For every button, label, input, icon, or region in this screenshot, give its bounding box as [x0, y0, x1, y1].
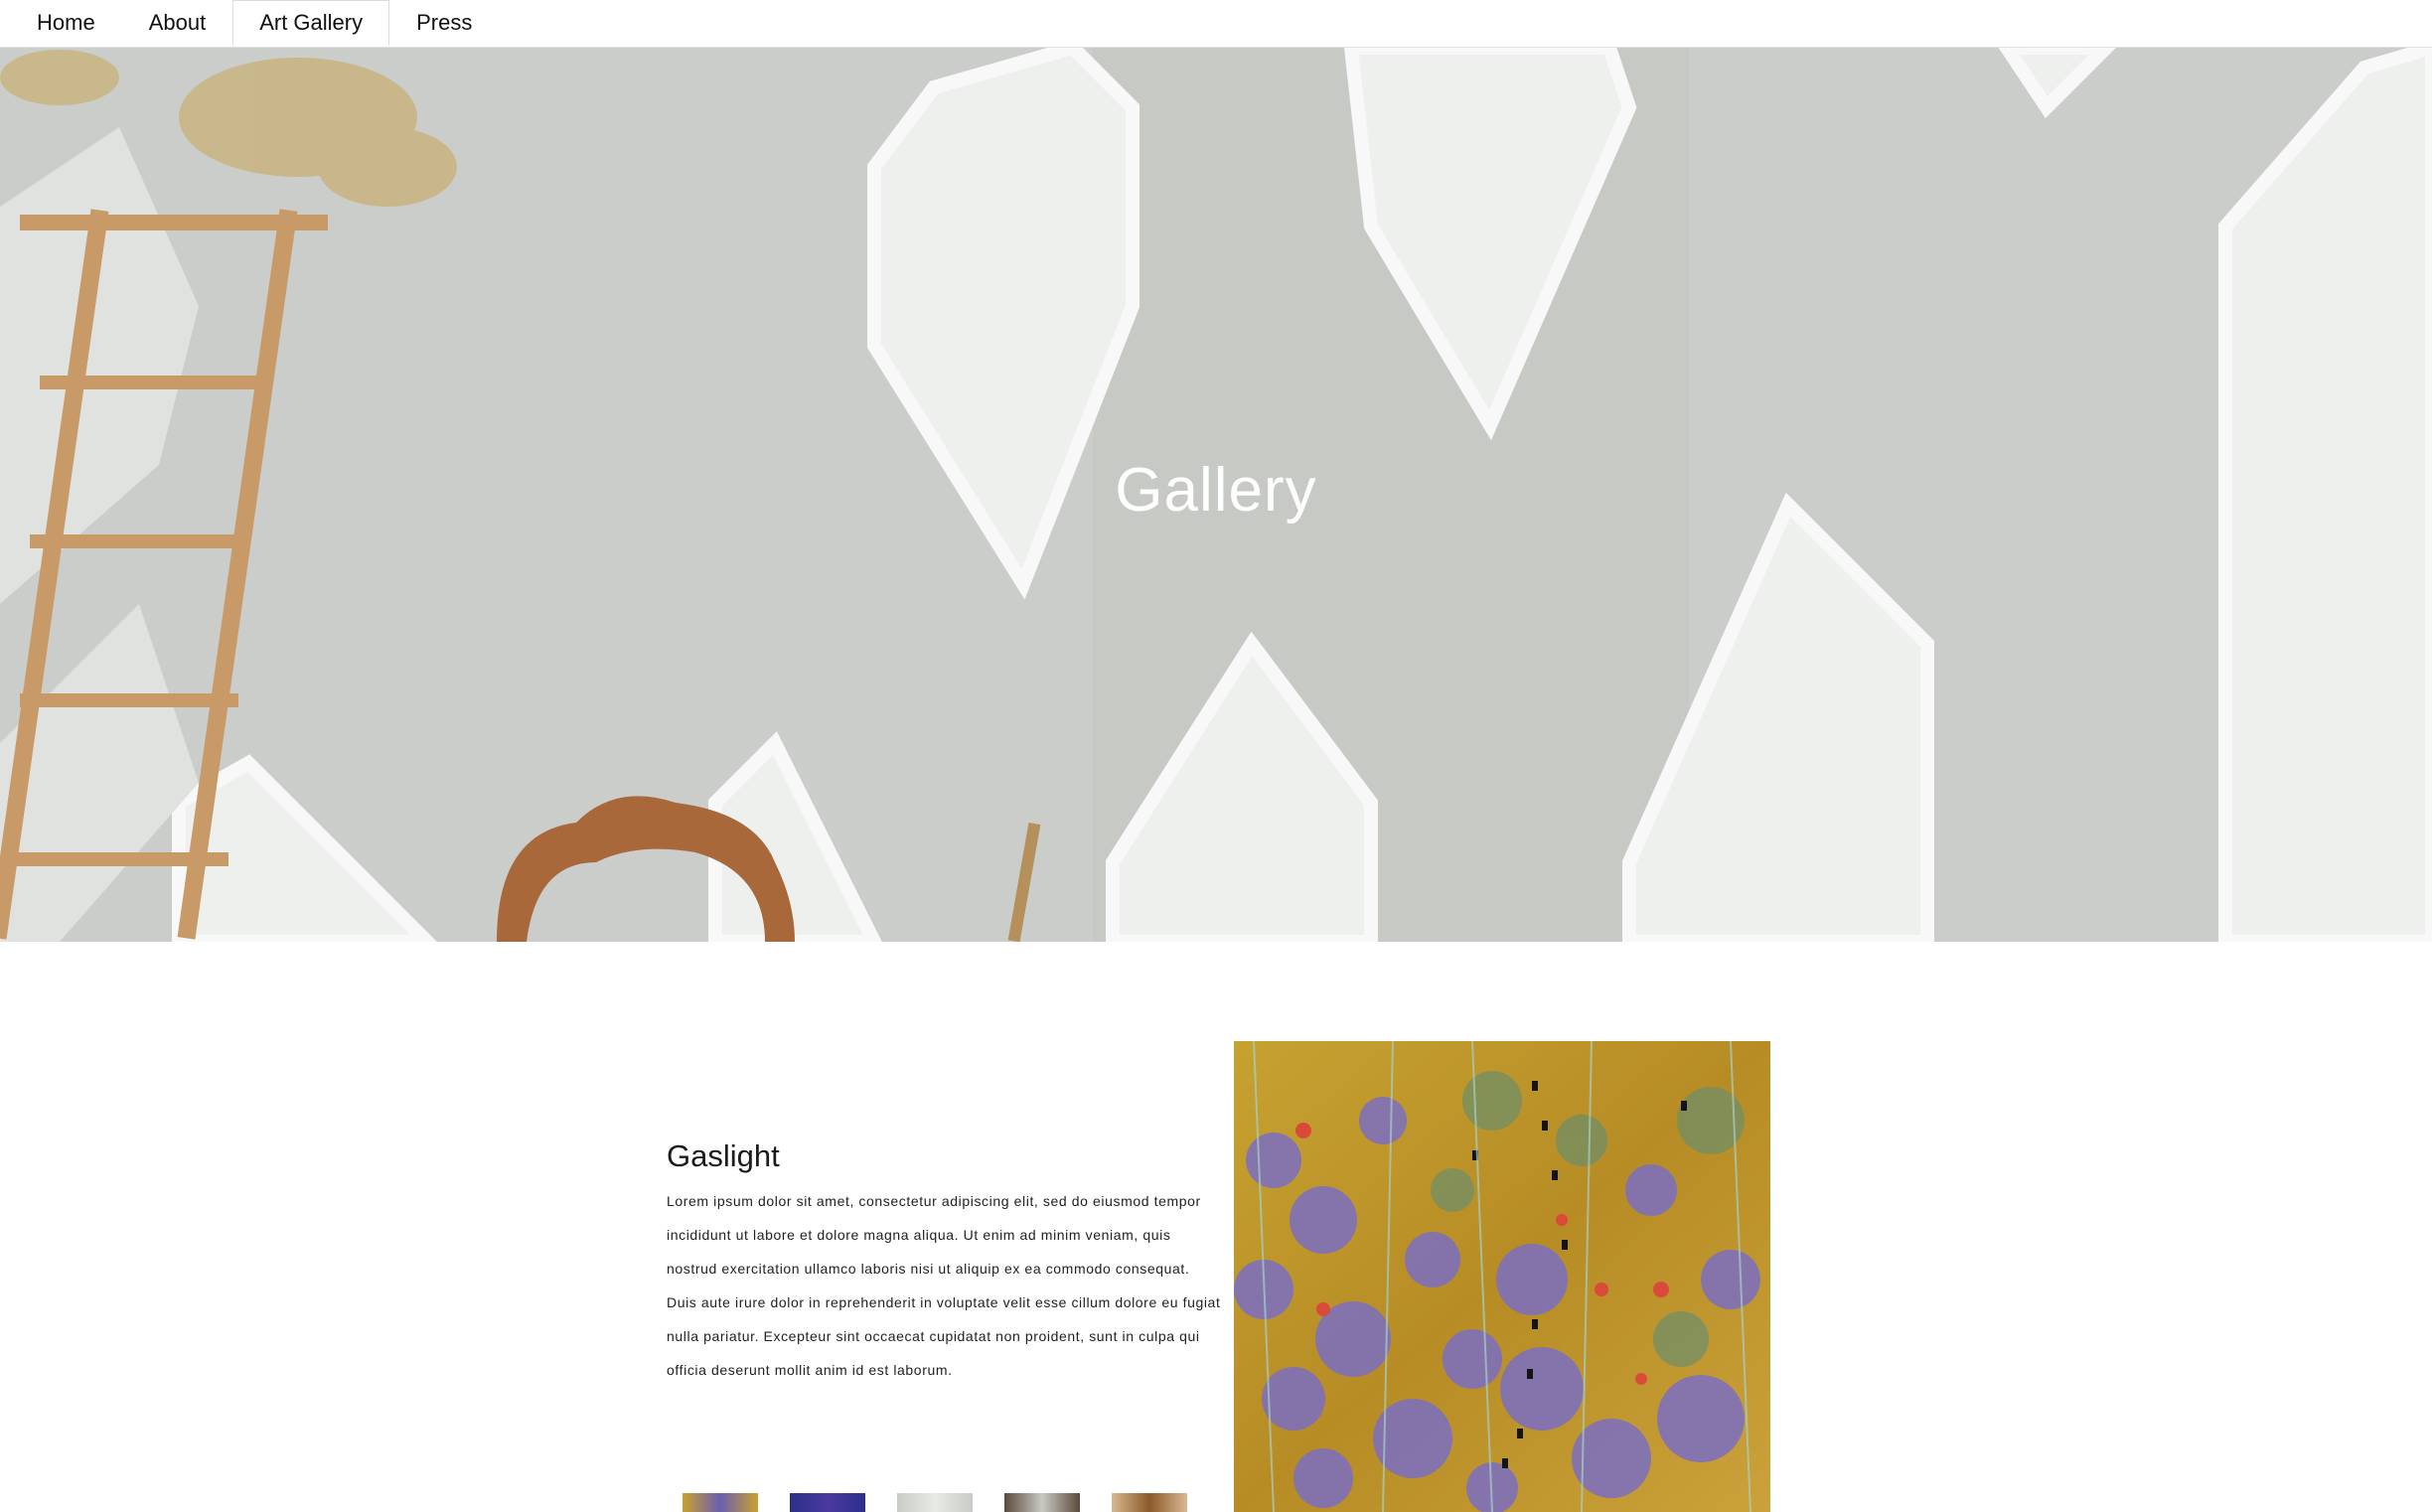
main-artwork-image[interactable]	[1234, 1041, 1770, 1512]
thumbnail-5[interactable]	[1112, 1493, 1187, 1512]
nav-tab-about[interactable]: About	[122, 0, 233, 46]
artwork-description: Lorem ipsum dolor sit amet, consectetur …	[667, 1193, 1221, 1378]
thumbnail-1[interactable]	[683, 1493, 758, 1512]
nav-tab-art-gallery[interactable]: Art Gallery	[232, 0, 390, 46]
top-nav: Home About Art Gallery Press	[0, 0, 2432, 48]
nav-tab-home[interactable]: Home	[10, 0, 122, 46]
thumbnail-4[interactable]	[1004, 1493, 1080, 1512]
thumbnail-2[interactable]	[790, 1493, 865, 1512]
hero-banner: Gallery	[0, 48, 2432, 942]
nav-tab-press[interactable]: Press	[389, 0, 499, 46]
hero-title: Gallery	[1115, 456, 1317, 525]
abstract-painting-image	[1234, 1041, 1770, 1512]
artwork-title: Gaslight	[667, 1138, 780, 1173]
thumbnail-strip	[683, 1493, 1187, 1512]
thumbnail-3[interactable]	[897, 1493, 973, 1512]
